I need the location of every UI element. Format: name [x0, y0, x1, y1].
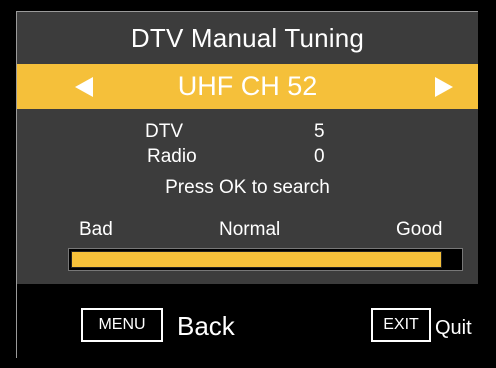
dialog-title: DTV Manual Tuning: [130, 23, 365, 53]
radio-count: 0: [314, 146, 325, 167]
signal-scale-normal: Normal: [219, 219, 281, 240]
channel-label: UHF CH 52: [177, 71, 318, 101]
channel-selector[interactable]: UHF CH 52: [17, 64, 478, 109]
signal-strength-bar: [68, 248, 463, 271]
signal-strength-fill: [71, 251, 442, 268]
radio-label: Radio: [147, 146, 197, 167]
signal-scale-good: Good: [396, 219, 443, 240]
search-hint: Press OK to search: [165, 177, 330, 198]
quit-label: Quit: [435, 317, 472, 339]
back-label: Back: [177, 311, 235, 341]
tuning-dialog: DTV Manual Tuning UHF CH 52 DTV 5 Radio …: [16, 11, 478, 359]
exit-key-button[interactable]: EXIT: [371, 308, 431, 342]
dtv-count: 5: [314, 121, 325, 142]
footer-bar: MENU Back EXIT Quit: [17, 284, 478, 359]
dtv-label: DTV: [145, 121, 183, 142]
triangle-right-icon[interactable]: [435, 77, 453, 97]
menu-key-button[interactable]: MENU: [81, 308, 163, 342]
signal-scale-bad: Bad: [79, 219, 113, 240]
